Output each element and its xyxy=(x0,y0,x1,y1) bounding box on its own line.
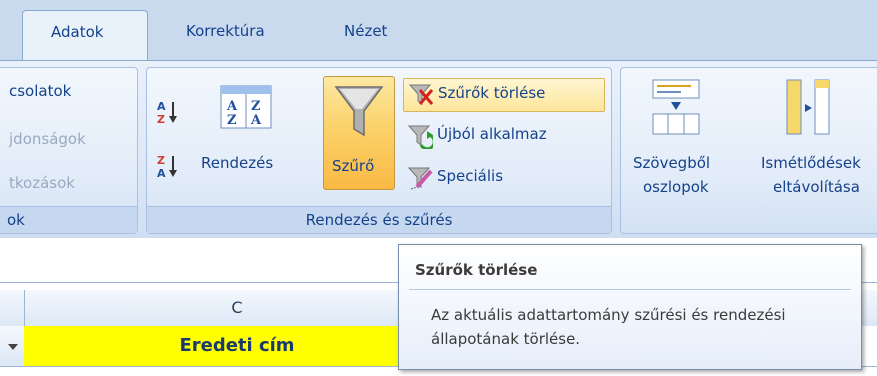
column-header-c[interactable]: C xyxy=(24,290,451,326)
tooltip-title: Szűrők törlése xyxy=(415,261,538,279)
sort-filter-group: A Z Z A A Z Z A Rendezés Szűrő Szűrők tö… xyxy=(146,67,612,234)
advanced-label: Speciális xyxy=(437,167,504,185)
filter-button[interactable]: Szűrő xyxy=(323,76,395,190)
sort-filter-group-footer: Rendezés és szűrés xyxy=(147,206,611,233)
svg-text:Z: Z xyxy=(227,113,237,128)
sort-dialog-icon[interactable]: A Z Z A xyxy=(219,84,273,130)
svg-text:A: A xyxy=(250,113,262,128)
tab-nezet[interactable]: Nézet xyxy=(344,22,387,40)
text-to-columns-label-2[interactable]: oszlopok xyxy=(643,178,709,196)
ribbon-tab-strip: Adatok Korrektúra Nézet xyxy=(0,0,877,63)
cell-c-title[interactable]: Eredeti cím xyxy=(24,326,451,366)
reapply-label: Újból alkalmaz xyxy=(437,125,547,143)
clear-filter-icon xyxy=(408,84,434,105)
funnel-icon xyxy=(334,86,384,137)
remove-duplicates-label-1[interactable]: Ismétlődések xyxy=(761,154,861,172)
advanced-filter-icon xyxy=(407,167,433,190)
tab-adatok-label: Adatok xyxy=(51,23,104,41)
dropdown-arrow-icon[interactable] xyxy=(0,326,25,366)
reapply-filter-icon xyxy=(407,125,433,149)
tooltip-body: Az aktuális adattartomány szűrési és ren… xyxy=(431,306,786,348)
remove-duplicates-icon[interactable] xyxy=(785,78,835,138)
svg-text:A: A xyxy=(157,167,166,180)
connections-item[interactable]: csolatok xyxy=(9,82,71,100)
clear-filters-button[interactable]: Szűrők törlése xyxy=(403,78,605,112)
text-to-columns-icon[interactable] xyxy=(651,78,701,138)
tooltip: Szűrők törlése Az aktuális adattartomány… xyxy=(398,244,862,370)
edit-links-item: tkozások xyxy=(9,174,75,192)
data-tools-group: Szövegből oszlopok Ismétlődések eltávolí… xyxy=(620,67,877,234)
svg-text:A: A xyxy=(226,99,238,114)
tab-adatok[interactable]: Adatok xyxy=(22,10,148,63)
text-to-columns-label-1[interactable]: Szövegből xyxy=(633,154,710,172)
advanced-filter-button[interactable]: Speciális xyxy=(403,162,603,194)
sort-descending-icon[interactable]: Z A xyxy=(157,152,181,180)
sort-ascending-icon[interactable]: A Z xyxy=(157,98,181,126)
clear-filters-label: Szűrők törlése xyxy=(438,84,546,102)
filter-button-label: Szűrő xyxy=(332,157,375,175)
svg-text:Z: Z xyxy=(157,154,165,167)
ribbon-body: csolatok jdonságok tkozások ok A Z Z A A… xyxy=(0,60,877,240)
tab-korrektura[interactable]: Korrektúra xyxy=(186,22,265,40)
svg-text:Z: Z xyxy=(157,113,165,126)
svg-text:A: A xyxy=(157,100,166,113)
remove-duplicates-label-2[interactable]: eltávolítása xyxy=(773,178,860,196)
reapply-button[interactable]: Újból alkalmaz xyxy=(403,120,603,152)
svg-text:Z: Z xyxy=(251,99,261,114)
properties-item: jdonságok xyxy=(9,130,86,148)
row-header-corner xyxy=(0,290,25,326)
connections-group-footer: ok xyxy=(0,206,137,233)
connections-group: csolatok jdonságok tkozások ok xyxy=(0,67,138,234)
tooltip-divider xyxy=(409,289,851,290)
sort-button-label[interactable]: Rendezés xyxy=(201,154,273,172)
